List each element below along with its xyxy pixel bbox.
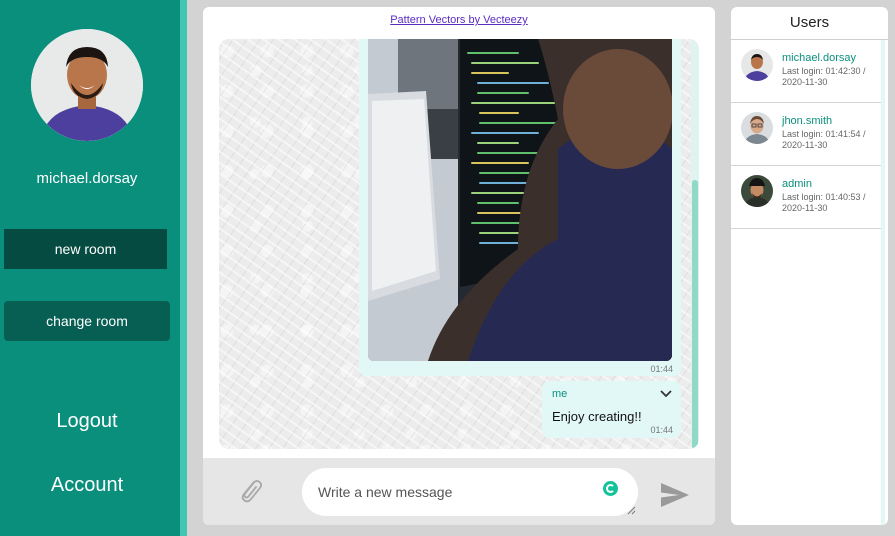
users-scrollbar[interactable]: [881, 40, 885, 525]
message-time: 01:44: [650, 364, 673, 374]
user-item-michael-dorsay[interactable]: michael.dorsay Last login: 01:42:30 / 20…: [731, 40, 881, 103]
sidebar: michael.dorsay new room change room Logo…: [0, 0, 180, 536]
message-scrollbar-thumb[interactable]: [692, 180, 698, 449]
users-panel: Users michael.dorsay Last login: 01:42:3…: [731, 7, 888, 525]
user-last-login: Last login: 01:42:30 / 2020-11-30: [782, 66, 866, 87]
user-last-login: Last login: 01:41:54 / 2020-11-30: [782, 129, 866, 150]
message-list[interactable]: 01:44 me Enjoy creating!! 01:44: [219, 39, 699, 449]
account-link[interactable]: Account: [0, 474, 174, 497]
user-name: jhon.smith: [782, 115, 833, 127]
message-text: Enjoy creating!!: [552, 409, 642, 424]
pattern-credit-link[interactable]: Pattern Vectors by Vecteezy: [203, 14, 715, 26]
profile-avatar: [31, 29, 143, 141]
change-room-button[interactable]: change room: [4, 301, 170, 341]
text-message[interactable]: me Enjoy creating!! 01:44: [542, 381, 681, 438]
message-image[interactable]: [368, 39, 672, 361]
user-item-admin[interactable]: admin Last login: 01:40:53 / 2020-11-30: [731, 166, 881, 229]
user-last-login: Last login: 01:40:53 / 2020-11-30: [782, 192, 866, 213]
message-input[interactable]: [302, 468, 638, 516]
image-message[interactable]: 01:44: [359, 39, 681, 376]
user-name: admin: [782, 178, 812, 190]
send-icon[interactable]: [659, 481, 691, 509]
message-sender: me: [552, 388, 568, 400]
logout-link[interactable]: Logout: [0, 410, 174, 433]
new-room-button[interactable]: new room: [4, 229, 167, 269]
sidebar-username: michael.dorsay: [36, 170, 138, 187]
sidebar-edge: [180, 0, 187, 536]
paperclip-icon[interactable]: [235, 475, 265, 505]
resize-grip-icon[interactable]: [627, 506, 636, 515]
avatar: [741, 175, 773, 207]
composer: [203, 458, 715, 525]
chat-panel: Pattern Vectors by Vecteezy 01:44 me Enj…: [203, 7, 715, 525]
user-item-jhon-smith[interactable]: jhon.smith Last login: 01:41:54 / 2020-1…: [731, 103, 881, 166]
user-name: michael.dorsay: [782, 52, 856, 64]
message-time: 01:44: [650, 425, 673, 435]
avatar: [741, 49, 773, 81]
avatar: [741, 112, 773, 144]
users-title: Users: [731, 7, 888, 40]
chevron-down-icon[interactable]: [659, 389, 673, 399]
grammarly-icon[interactable]: [603, 481, 618, 496]
